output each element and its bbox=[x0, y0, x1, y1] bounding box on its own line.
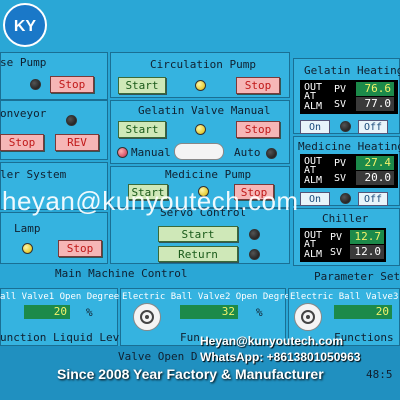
medicine-sv-label: SV bbox=[334, 173, 347, 184]
medicine-pv-label: PV bbox=[334, 158, 347, 169]
valve3-value[interactable]: 20 bbox=[334, 305, 392, 319]
gelatin-alm-label: ALM bbox=[304, 101, 323, 112]
lamp-indicator bbox=[22, 243, 33, 254]
medicine-indicator bbox=[340, 193, 351, 204]
auto-label: Auto bbox=[234, 146, 261, 159]
lamp-stop-button[interactable]: Stop bbox=[58, 240, 102, 257]
valve-indicator bbox=[195, 124, 206, 135]
medicine-pv-value: 27.4 bbox=[356, 156, 394, 170]
lamp-title: Lamp bbox=[14, 222, 41, 235]
left-pump-title: se Pump bbox=[0, 56, 47, 69]
circulation-indicator bbox=[195, 80, 206, 91]
medicine-pump-title: Medicine Pump bbox=[165, 168, 252, 181]
manual-radio[interactable] bbox=[117, 147, 128, 158]
valve2-sub: Fun bbox=[180, 331, 200, 344]
left-pump-stop-button[interactable]: Stop bbox=[50, 76, 94, 93]
gelatin-pv-value: 76.6 bbox=[356, 82, 394, 96]
manual-auto-toggle[interactable] bbox=[174, 143, 224, 160]
circulation-start-button[interactable]: Start bbox=[118, 77, 166, 94]
conveyor-rev-button[interactable]: REV bbox=[55, 134, 99, 151]
servo-start-button[interactable]: Start bbox=[158, 226, 238, 242]
valve2-value[interactable]: 32 bbox=[180, 305, 238, 319]
gelatin-title: Gelatin Heating bbox=[304, 64, 400, 77]
conveyor-title: onveyor bbox=[0, 107, 47, 120]
gelatin-on-button[interactable]: On bbox=[300, 120, 330, 134]
chiller-pv-value: 12.7 bbox=[350, 230, 384, 244]
chiller-sv-value[interactable]: 12.0 bbox=[350, 245, 384, 259]
medicine-on-button[interactable]: On bbox=[300, 192, 330, 206]
valve3-sub: Functions Re bbox=[334, 331, 400, 344]
valve3-gear-icon bbox=[294, 303, 322, 331]
valve-title: Gelatin Valve Manual bbox=[138, 104, 271, 117]
gelatin-sv-value[interactable]: 77.0 bbox=[356, 97, 394, 111]
logo-mark-icon: KY bbox=[14, 18, 37, 35]
footer-label: Valve Open D bbox=[118, 350, 198, 363]
gelatin-display: OUT AT ALM PV SV 76.6 77.0 bbox=[300, 80, 398, 114]
watermark-overlay: heyan@kunyoutech.com bbox=[2, 186, 299, 216]
valve1-unit: % bbox=[86, 306, 93, 319]
medicine-title: Medicine Heating bbox=[298, 140, 400, 153]
gelatin-pv-label: PV bbox=[334, 84, 347, 95]
watermark-slogan: Since 2008 Year Factory & Manufacturer bbox=[57, 366, 324, 382]
medicine-alm-label: ALM bbox=[304, 175, 323, 186]
valve1-value[interactable]: 20 bbox=[24, 305, 70, 319]
circulation-stop-button[interactable]: Stop bbox=[236, 77, 280, 94]
valve2-title: Electric Ball Valve2 Open Degree bbox=[122, 292, 296, 302]
main-machine-label: Main Machine Control bbox=[55, 267, 188, 280]
circulation-title: Circulation Pump bbox=[150, 58, 256, 71]
chiller-title: Chiller bbox=[322, 212, 369, 225]
chiller-alm-label: ALM bbox=[304, 249, 323, 260]
valve1-sub: unction Liquid Level bbox=[0, 331, 133, 344]
chiller-display: OUT AT ALM PV SV 12.7 12.0 bbox=[300, 228, 386, 262]
chiller-pv-label: PV bbox=[330, 232, 343, 243]
gelatin-off-button[interactable]: Off bbox=[358, 120, 388, 134]
servo-return-button[interactable]: Return bbox=[158, 246, 238, 262]
footer-time: 48:5 bbox=[366, 368, 393, 381]
medicine-display: OUT AT ALM PV SV 27.4 20.0 bbox=[300, 154, 398, 188]
watermark-email: Heyan@kunyoutech.com bbox=[200, 334, 344, 348]
valve3-title: Electric Ball Valve3 Ope bbox=[290, 292, 400, 302]
medicine-off-button[interactable]: Off bbox=[358, 192, 388, 206]
valve-start-button[interactable]: Start bbox=[118, 121, 166, 138]
watermark-whatsapp: WhatsApp: +8613801050963 bbox=[200, 350, 361, 364]
manual-label: Manual bbox=[131, 146, 171, 159]
conveyor-indicator bbox=[66, 115, 77, 126]
left-pump-indicator bbox=[30, 79, 41, 90]
conveyor-stop-button[interactable]: Stop bbox=[0, 134, 44, 151]
brand-logo: KY bbox=[3, 3, 47, 47]
valve2-gear-icon bbox=[133, 303, 161, 331]
valve2-unit: % bbox=[256, 306, 263, 319]
svg-text:KY: KY bbox=[14, 18, 37, 35]
parameter-label: Parameter Setti bbox=[314, 270, 400, 283]
gelatin-sv-label: SV bbox=[334, 99, 347, 110]
valve1-title: all Valve1 Open Degree bbox=[0, 292, 120, 302]
boiler-title: ler System bbox=[0, 168, 67, 181]
gelatin-indicator bbox=[340, 121, 351, 132]
auto-radio[interactable] bbox=[266, 148, 277, 159]
medicine-sv-value[interactable]: 20.0 bbox=[356, 171, 394, 185]
servo-start-indicator bbox=[249, 229, 260, 240]
valve-stop-button[interactable]: Stop bbox=[236, 121, 280, 138]
servo-return-indicator bbox=[249, 249, 260, 260]
chiller-sv-label: SV bbox=[330, 247, 343, 258]
